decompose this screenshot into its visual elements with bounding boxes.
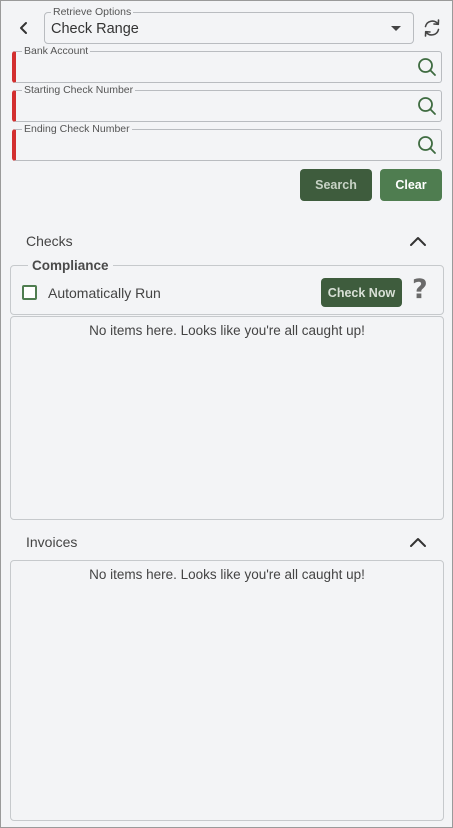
compliance-group: Compliance Automatically Run Check Now ? <box>10 258 444 315</box>
clear-button[interactable]: Clear <box>380 169 442 201</box>
chevron-down-icon <box>391 26 401 31</box>
chevron-left-icon <box>20 22 27 34</box>
app-frame: Retrieve Options Check Range Bank Accoun… <box>0 0 453 828</box>
search-icon[interactable] <box>417 96 437 116</box>
starting-check-number-label: Starting Check Number <box>22 84 136 96</box>
help-icon[interactable]: ? <box>412 275 428 305</box>
checks-title: Checks <box>26 233 73 249</box>
invoices-section-header[interactable]: Invoices <box>11 529 443 555</box>
ending-check-number-field[interactable]: Ending Check Number <box>12 123 442 161</box>
chevron-up-icon[interactable] <box>409 234 427 248</box>
starting-check-number-field[interactable]: Starting Check Number <box>12 84 442 122</box>
invoices-title: Invoices <box>26 534 78 550</box>
back-button[interactable] <box>13 17 35 39</box>
search-icon[interactable] <box>417 57 437 77</box>
checks-empty-message: No items here. Looks like you're all cau… <box>89 323 365 338</box>
chevron-up-icon[interactable] <box>409 535 427 549</box>
compliance-legend: Compliance <box>28 258 113 274</box>
checks-section-header[interactable]: Checks <box>11 228 443 254</box>
retrieve-options-label: Retrieve Options <box>51 6 134 18</box>
bank-account-field[interactable]: Bank Account <box>12 45 442 83</box>
refresh-button[interactable] <box>421 17 443 39</box>
check-now-button[interactable]: Check Now <box>321 278 402 307</box>
bank-account-label: Bank Account <box>22 45 91 57</box>
invoices-empty-message: No items here. Looks like you're all cau… <box>89 567 365 582</box>
search-icon[interactable] <box>417 135 437 155</box>
ending-check-number-label: Ending Check Number <box>22 123 132 135</box>
search-button[interactable]: Search <box>300 169 372 201</box>
checks-list-panel: No items here. Looks like you're all cau… <box>10 316 444 520</box>
refresh-icon <box>424 19 440 37</box>
invoices-list-panel: No items here. Looks like you're all cau… <box>10 560 444 821</box>
automatically-run-checkbox[interactable] <box>22 285 37 300</box>
automatically-run-label[interactable]: Automatically Run <box>48 285 161 301</box>
retrieve-options-value: Check Range <box>51 21 139 37</box>
retrieve-options-select[interactable]: Retrieve Options Check Range <box>44 6 414 44</box>
